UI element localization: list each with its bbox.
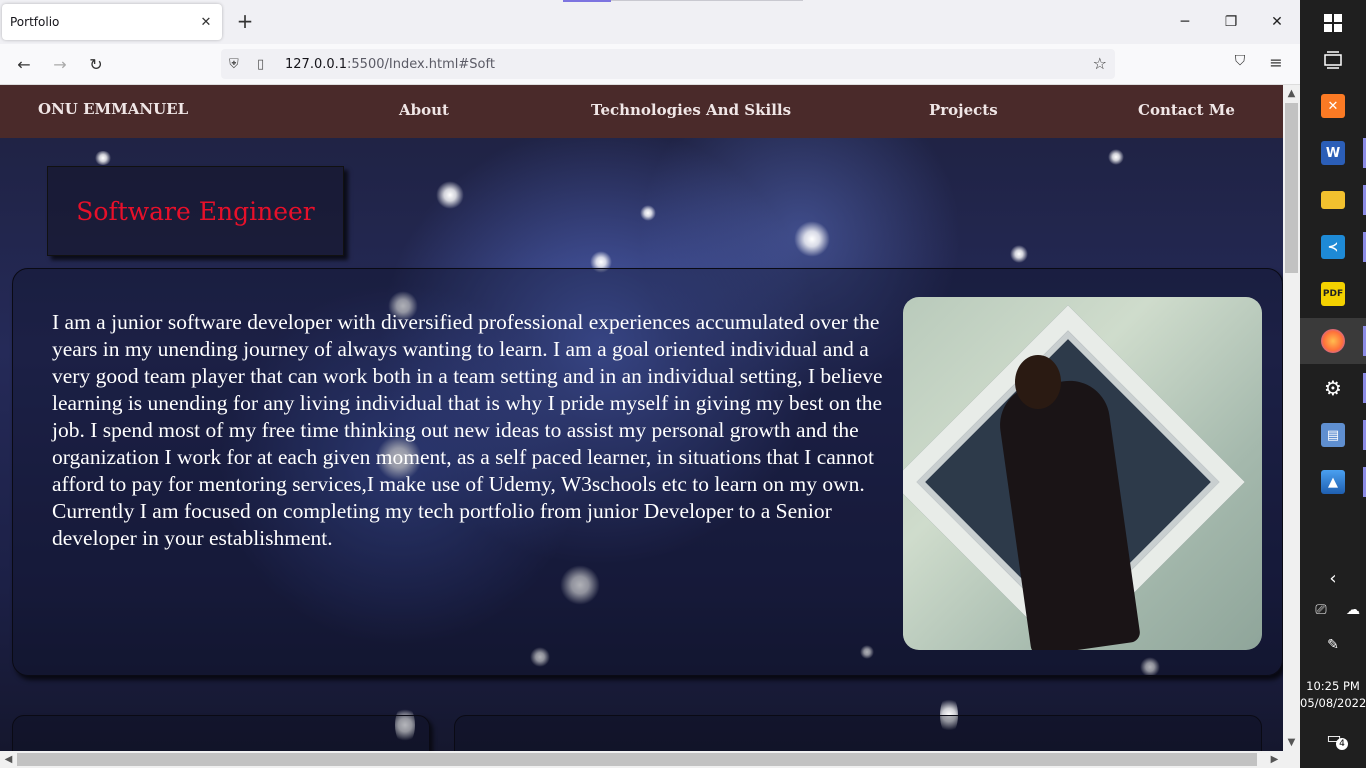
tab-close-icon[interactable]: ✕ [198,15,214,30]
clock-time: 10:25 PM [1306,679,1360,693]
firefox-icon[interactable] [1300,318,1366,364]
page-viewport: ONU EMMANUEL About Technologies And Skil… [0,85,1283,751]
vscode-icon[interactable]: ≺ [1300,224,1366,270]
horizontal-scrollbar[interactable]: ◀ ▶ [0,751,1300,768]
site-brand[interactable]: ONU EMMANUEL [38,100,188,118]
word-icon[interactable]: W [1300,130,1366,176]
url-path: :5500/Index.html#Soft [347,56,495,72]
browser-toolbar: ← → ↻ ⛨ ▯ 127.0.0.1:5500/Index.html#Soft… [0,44,1300,85]
photo-head [1015,355,1061,409]
task-view-glyph [1321,48,1345,72]
nav-link-about[interactable]: About [399,101,449,119]
shield-icon[interactable]: ⛨ [229,57,245,72]
scroll-right-icon[interactable]: ▶ [1266,751,1283,768]
pdf-icon[interactable]: PDF [1300,271,1366,317]
nav-link-projects[interactable]: Projects [929,101,998,119]
back-button[interactable]: ← [12,53,36,77]
section-card-left [12,715,430,751]
xampp-glyph: ✕ [1321,94,1345,118]
scroll-up-icon[interactable]: ▲ [1283,85,1300,102]
vertical-scrollbar[interactable]: ▲ ▼ [1283,85,1300,751]
settings-icon[interactable]: ⚙ [1300,365,1366,411]
browser-tab[interactable]: Portfolio ✕ [2,4,222,40]
site-header: ONU EMMANUEL About Technologies And Skil… [0,85,1283,138]
forward-button[interactable]: → [48,53,72,77]
tab-title: Portfolio [10,15,60,29]
notification-icon[interactable]: ▭ 4 [1322,728,1348,750]
scroll-down-icon[interactable]: ▼ [1283,734,1300,751]
page-icon[interactable]: ▯ [257,57,273,72]
sparkle [436,181,464,209]
tab-strip: Portfolio ✕ + ─ ❐ ✕ [0,0,1300,44]
sparkle [1010,245,1028,263]
chevron-left-icon[interactable]: ‹ [1300,568,1366,589]
reload-button[interactable]: ↻ [84,53,108,77]
sparkle [640,205,656,221]
photos-glyph: ▲ [1321,470,1345,494]
network-icon[interactable]: ▤ [1300,412,1366,458]
photos-icon[interactable]: ▲ [1300,459,1366,505]
minimize-button[interactable]: ─ [1175,12,1195,32]
word-glyph: W [1321,141,1345,165]
clock-date: 05/08/2022 [1300,696,1366,710]
tab-strip-divider [611,0,803,1]
bookmark-star-icon[interactable]: ☆ [1093,54,1107,73]
section-card-right [454,715,1262,751]
sparkle [1108,149,1124,165]
page-title: Software Engineer [76,196,315,226]
folder-glyph [1321,191,1345,209]
windows-logo-icon [1321,11,1345,35]
title-card: Software Engineer [47,166,344,256]
pocket-icon[interactable]: ⛉ [1229,53,1251,69]
pen-icon[interactable]: ✎ [1300,637,1366,653]
new-tab-button[interactable]: + [234,10,256,32]
about-text: I am a junior software developer with di… [52,310,883,550]
tab-strip-accent [563,0,611,2]
nav-link-contact[interactable]: Contact Me [1138,101,1235,119]
close-window-button[interactable]: ✕ [1267,12,1287,32]
taskbar-clock[interactable]: 10:25 PM 05/08/2022 [1300,678,1366,712]
xampp-icon[interactable]: ✕ [1300,83,1366,129]
sparkle [794,221,830,257]
vscode-glyph: ≺ [1321,235,1345,259]
file-explorer-icon[interactable] [1300,177,1366,223]
about-card: I am a junior software developer with di… [12,268,1283,676]
nav-link-skills[interactable]: Technologies And Skills [591,101,791,119]
pdf-glyph: PDF [1321,282,1345,306]
horizontal-scroll-thumb[interactable] [17,753,1257,766]
vertical-scroll-thumb[interactable] [1285,103,1298,273]
scroll-left-icon[interactable]: ◀ [0,751,17,768]
menu-icon[interactable]: ≡ [1265,53,1287,72]
onedrive-icon[interactable]: ☁ [1320,602,1366,618]
restore-button[interactable]: ❐ [1221,12,1241,32]
windows-taskbar: ✕ W ≺ PDF ⚙ ▤ ▲ ‹ ⎚ ☁ ✎ 10:25 PM 05/08/2… [1300,0,1366,768]
url-host: 127.0.0.1 [285,56,348,72]
sparkle [94,151,112,165]
task-view-icon[interactable] [1300,37,1366,83]
profile-photo [903,297,1262,650]
url-text[interactable]: 127.0.0.1:5500/Index.html#Soft [285,57,495,72]
notification-badge: 4 [1336,738,1348,750]
gear-icon: ⚙ [1324,376,1342,400]
firefox-glyph [1321,329,1345,353]
network-glyph: ▤ [1321,423,1345,447]
url-bar[interactable]: ⛨ ▯ 127.0.0.1:5500/Index.html#Soft ☆ [221,49,1115,79]
